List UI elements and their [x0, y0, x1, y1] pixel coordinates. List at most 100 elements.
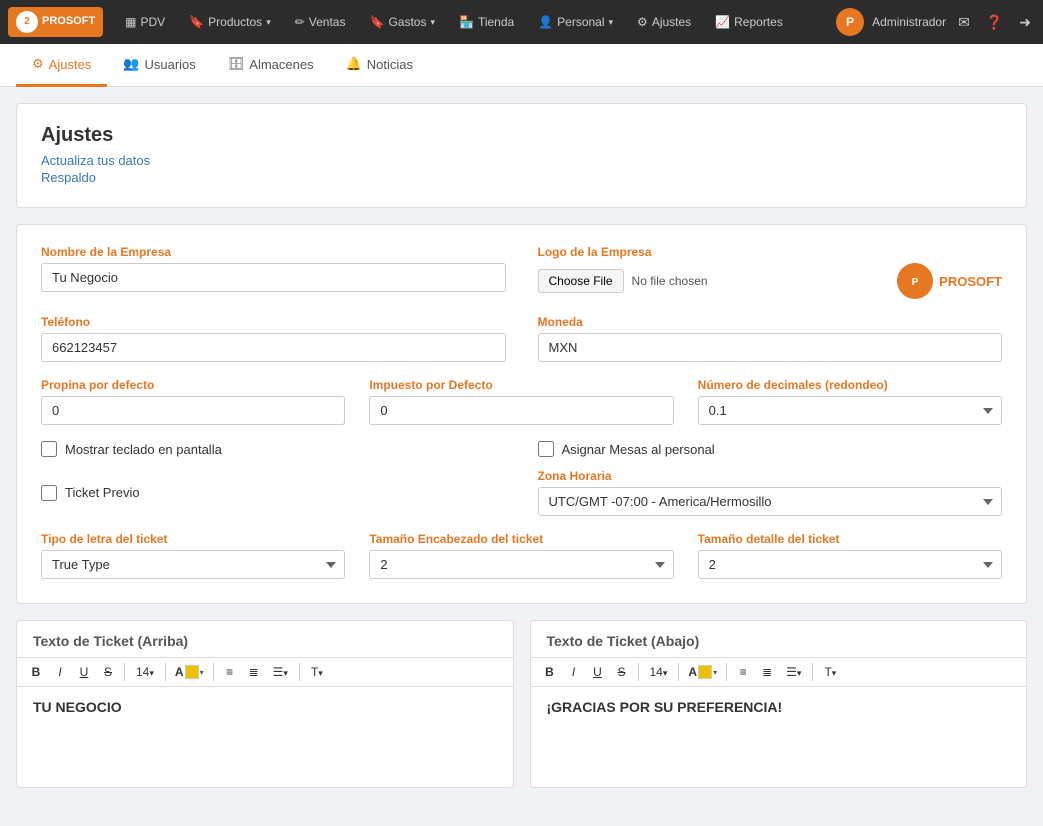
empresa-group: Nombre de la Empresa	[41, 245, 506, 299]
editor-arriba-content: TU NEGOCIO	[33, 699, 122, 715]
nav-gastos[interactable]: 🔖 Gastos ▾	[359, 9, 445, 35]
impuesto-input[interactable]	[369, 396, 673, 425]
tab-ajustes[interactable]: ⚙ Ajustes	[16, 44, 107, 87]
personal-icon: 👤	[538, 15, 553, 29]
tamano-detalle-select[interactable]: 1 2 3 4	[698, 550, 1002, 579]
italic-button-abajo[interactable]: I	[563, 662, 585, 682]
choose-file-button[interactable]: Choose File	[538, 269, 624, 293]
nav-reportes[interactable]: 📈 Reportes	[705, 9, 793, 35]
tipo-letra-select[interactable]: True Type Bitmap	[41, 550, 345, 579]
color-button-arriba[interactable]: A ▾	[171, 662, 208, 682]
color-swatch-abajo	[698, 665, 712, 679]
format-button-abajo[interactable]: T▾	[818, 662, 842, 682]
moneda-input[interactable]	[538, 333, 1003, 362]
nav-gastos-label: Gastos	[388, 15, 426, 29]
ticket-editors-row: Texto de Ticket (Arriba) B I U S 14▾ A ▾…	[16, 620, 1027, 788]
color-button-abajo[interactable]: A ▾	[684, 662, 721, 682]
productos-caret: ▾	[266, 17, 271, 28]
nav-ventas-label: Ventas	[309, 15, 346, 29]
zona-horaria-select[interactable]: UTC/GMT -07:00 - America/Hermosillo UTC/…	[538, 487, 1003, 516]
nav-ventas[interactable]: ✏ Ventas	[285, 9, 356, 35]
bold-button-abajo[interactable]: B	[539, 662, 561, 682]
decimales-select[interactable]: 0.1 0.01 0.001 1	[698, 396, 1002, 425]
moneda-label: Moneda	[538, 315, 1003, 329]
ticket-previo-checkbox[interactable]	[41, 485, 57, 501]
mail-icon[interactable]: ✉	[954, 10, 974, 35]
tab-usuarios-icon: 👥	[123, 56, 139, 72]
underline-button-arriba[interactable]: U	[73, 662, 95, 682]
nav-pdv[interactable]: ▦ PDV	[115, 9, 175, 35]
bold-button-arriba[interactable]: B	[25, 662, 47, 682]
page-title: Ajustes	[41, 124, 1002, 147]
tipo-letra-group: Tipo de letra del ticket True Type Bitma…	[41, 532, 345, 579]
tab-almacenes[interactable]: 🗄 Almacenes	[212, 44, 330, 87]
unordered-list-button-abajo[interactable]: ≡	[732, 662, 754, 682]
teclado-label[interactable]: Mostrar teclado en pantalla	[65, 442, 222, 457]
nav-pdv-label: PDV	[141, 15, 166, 29]
telefono-label: Teléfono	[41, 315, 506, 329]
logout-icon[interactable]: ➜	[1015, 10, 1035, 35]
impuesto-label: Impuesto por Defecto	[369, 378, 673, 392]
asignar-label[interactable]: Asignar Mesas al personal	[562, 442, 715, 457]
align-button-arriba[interactable]: ☰▾	[267, 662, 294, 682]
teclado-checkbox[interactable]	[41, 441, 57, 457]
color-caret-arriba: ▾	[200, 668, 204, 677]
teclado-checkbox-group: Mostrar teclado en pantalla	[41, 441, 506, 457]
tienda-icon: 🏪	[459, 15, 474, 29]
ordered-list-button-arriba[interactable]: ≣	[243, 662, 265, 682]
respaldo-link[interactable]: Respaldo	[41, 170, 1002, 185]
propina-group: Propina por defecto	[41, 378, 345, 425]
propina-label: Propina por defecto	[41, 378, 345, 392]
admin-name: Administrador	[872, 15, 946, 29]
brand-name: PROSOFT	[42, 15, 95, 28]
nav-tienda-label: Tienda	[478, 15, 514, 29]
ordered-list-button-abajo[interactable]: ≣	[756, 662, 778, 682]
tamano-encabezado-select[interactable]: 1 2 3 4	[369, 550, 673, 579]
ticket-previo-label[interactable]: Ticket Previo	[65, 485, 140, 500]
nav-ajustes[interactable]: ⚙ Ajustes	[627, 9, 701, 35]
productos-icon: 🔖	[189, 15, 204, 29]
propina-input[interactable]	[41, 396, 345, 425]
moneda-group: Moneda	[538, 315, 1003, 362]
logo-label: Logo de la Empresa	[538, 245, 1003, 259]
decimales-label: Número de decimales (redondeo)	[698, 378, 1002, 392]
format-button-arriba[interactable]: T▾	[305, 662, 329, 682]
align-button-abajo[interactable]: ☰▾	[780, 662, 807, 682]
underline-button-abajo[interactable]: U	[587, 662, 609, 682]
empresa-input[interactable]	[41, 263, 506, 292]
nav-tienda[interactable]: 🏪 Tienda	[449, 9, 524, 35]
gastos-icon: 🔖	[369, 15, 384, 29]
help-icon[interactable]: ❓	[982, 10, 1007, 35]
tab-ajustes-icon: ⚙	[32, 56, 44, 72]
brand-logo[interactable]: 2 PROSOFT	[8, 7, 103, 37]
decimales-group: Número de decimales (redondeo) 0.1 0.01 …	[698, 378, 1002, 425]
fontsize-button-arriba[interactable]: 14▾	[130, 662, 160, 682]
italic-button-arriba[interactable]: I	[49, 662, 71, 682]
telefono-input[interactable]	[41, 333, 506, 362]
file-no-chosen-label: No file chosen	[632, 274, 708, 288]
nav-productos[interactable]: 🔖 Productos ▾	[179, 9, 281, 35]
strikethrough-button-abajo[interactable]: S	[611, 662, 633, 682]
ticket-previo-checkbox-group: Ticket Previo	[41, 469, 506, 516]
editor-arriba: Texto de Ticket (Arriba) B I U S 14▾ A ▾…	[16, 620, 514, 788]
tab-usuarios-label: Usuarios	[144, 57, 195, 72]
navbar-right: P Administrador ✉ ❓ ➜	[836, 8, 1035, 36]
reportes-icon: 📈	[715, 15, 730, 29]
tamano-encabezado-label: Tamaño Encabezado del ticket	[369, 532, 673, 546]
nav-personal[interactable]: 👤 Personal ▾	[528, 9, 623, 35]
actualiza-link[interactable]: Actualiza tus datos	[41, 153, 1002, 168]
editor-arriba-body[interactable]: TU NEGOCIO	[17, 687, 513, 787]
tab-noticias[interactable]: 🔔 Noticias	[330, 44, 429, 87]
strikethrough-button-arriba[interactable]: S	[97, 662, 119, 682]
file-input-wrapper: Choose File No file chosen	[538, 269, 708, 293]
asignar-checkbox[interactable]	[538, 441, 554, 457]
unordered-list-button-arriba[interactable]: ≡	[219, 662, 241, 682]
fontsize-button-abajo[interactable]: 14▾	[644, 662, 674, 682]
editor-abajo-title: Texto de Ticket (Abajo)	[531, 621, 1027, 657]
tab-usuarios[interactable]: 👥 Usuarios	[107, 44, 211, 87]
editor-abajo-body[interactable]: ¡GRACIAS POR SU PREFERENCIA!	[531, 687, 1027, 787]
tipo-letra-label: Tipo de letra del ticket	[41, 532, 345, 546]
gastos-caret: ▾	[430, 17, 435, 28]
personal-caret: ▾	[609, 17, 614, 28]
admin-avatar: P	[836, 8, 864, 36]
